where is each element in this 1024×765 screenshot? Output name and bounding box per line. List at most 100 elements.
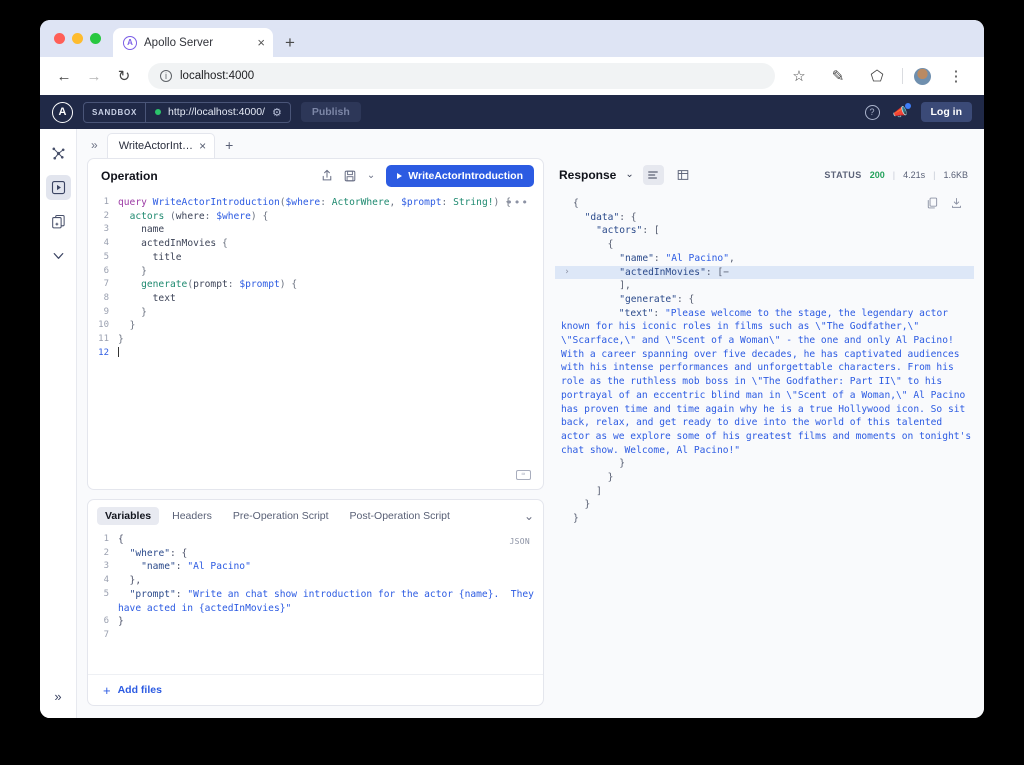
tab-variables[interactable]: Variables <box>97 506 160 525</box>
save-icon[interactable] <box>344 170 356 182</box>
response-stats: STATUS 200 | 4.21s | 1.6KB <box>824 170 968 180</box>
apollo-logo-icon[interactable]: A <box>52 101 73 123</box>
help-icon[interactable]: ? <box>864 104 880 120</box>
minimize-window-button[interactable] <box>72 33 83 44</box>
fold-gutter[interactable] <box>561 197 573 211</box>
announcements-icon[interactable]: 📣 <box>893 103 911 119</box>
line-text <box>118 346 543 361</box>
expand-fold-icon[interactable]: › <box>561 266 573 280</box>
fold-gutter[interactable] <box>561 211 573 225</box>
add-operation-tab-button[interactable]: + <box>215 137 243 158</box>
keyboard-shortcuts-icon[interactable]: ⌨ <box>516 470 531 480</box>
variables-editor[interactable]: JSON 1 { 2 "where": { 3 "name": "Al Paci… <box>88 531 543 674</box>
maximize-window-button[interactable] <box>90 33 101 44</box>
code-line: 7 generate(prompt: $prompt) { <box>88 278 543 292</box>
table-view-icon[interactable] <box>673 165 694 185</box>
operation-tab[interactable]: WriteActorInt… × <box>106 133 216 158</box>
collapse-panel-icon[interactable]: ⌄ <box>524 509 534 523</box>
publish-button[interactable]: Publish <box>300 102 361 122</box>
play-icon <box>397 172 403 179</box>
fold-gutter[interactable] <box>561 279 573 293</box>
line-number: 6 <box>103 265 109 276</box>
tab-pre-operation-script[interactable]: Pre-Operation Script <box>225 507 337 525</box>
sidebar-item-collections[interactable] <box>46 209 71 234</box>
line-text: } <box>573 513 579 525</box>
forward-icon[interactable]: → <box>80 62 108 90</box>
address-bar[interactable]: i localhost:4000 <box>148 63 775 89</box>
line-text: actors (where: $where) { <box>129 210 269 222</box>
endpoint-chip[interactable]: SANDBOX http://localhost:4000/ ⚙ <box>83 101 291 123</box>
line-text: } <box>573 499 591 511</box>
code-line: 10 } <box>88 319 543 333</box>
sidebar-item-explorer[interactable] <box>45 175 71 200</box>
variables-card: Variables Headers Pre-Operation Script P… <box>87 499 544 706</box>
line-number: 9 <box>103 306 109 317</box>
fold-gutter[interactable] <box>561 471 573 485</box>
sidebar-item-checks[interactable] <box>46 243 71 268</box>
response-column: Response ⌄ STATUS 200 | 4.21s | 1.6KB {… <box>555 158 974 706</box>
response-line: "name": "Al Pacino", <box>555 252 974 266</box>
browser-tab[interactable]: A Apollo Server × <box>113 28 273 57</box>
response-line: "actors": [ <box>555 224 974 238</box>
fold-gutter[interactable] <box>561 238 573 252</box>
line-text: "name": "Al Pacino", <box>619 252 735 264</box>
line-text: } <box>118 616 124 628</box>
fold-gutter[interactable] <box>561 293 573 307</box>
expand-sidebar-button[interactable]: » <box>54 689 61 704</box>
run-operation-button[interactable]: WriteActorIntroduction <box>386 164 534 187</box>
reload-icon[interactable]: ↻ <box>110 62 138 90</box>
fold-gutter[interactable] <box>561 498 573 512</box>
operation-editor[interactable]: ••• 1 query WriteActorIntroduction($wher… <box>88 192 543 489</box>
pencil-icon[interactable]: ✎ <box>824 62 852 90</box>
json-view-icon[interactable] <box>642 164 664 185</box>
new-tab-button[interactable]: + <box>273 34 307 57</box>
chevron-down-icon[interactable]: ⌄ <box>367 170 375 181</box>
line-number: 5 <box>103 251 109 262</box>
response-line: { <box>555 238 974 252</box>
share-icon[interactable] <box>321 169 333 182</box>
back-icon[interactable]: ← <box>50 62 78 90</box>
avatar[interactable] <box>914 67 931 85</box>
download-icon[interactable] <box>951 197 962 209</box>
sidebar-item-schema[interactable] <box>46 141 71 166</box>
site-info-icon[interactable]: i <box>160 70 172 82</box>
status-badge: 200 <box>869 169 885 180</box>
fold-gutter[interactable] <box>561 485 573 499</box>
response-line: } <box>555 457 974 471</box>
line-text: name <box>141 224 165 236</box>
tab-headers[interactable]: Headers <box>164 507 220 525</box>
apollo-topbar: A SANDBOX http://localhost:4000/ ⚙ Publi… <box>40 95 984 129</box>
close-icon[interactable]: × <box>199 139 206 153</box>
more-actions-icon[interactable]: ••• <box>506 196 529 210</box>
code-line: 2 "where": { <box>88 547 543 561</box>
response-body[interactable]: { "data": { "actors": [{"name": "Al Pa… <box>555 191 974 706</box>
line-text: "data": { <box>584 211 637 223</box>
chevron-down-icon[interactable]: ⌄ <box>625 169 633 180</box>
response-actions <box>927 197 962 209</box>
close-icon[interactable]: × <box>257 36 265 49</box>
response-size: 1.6KB <box>943 169 968 180</box>
line-number: 7 <box>103 279 109 290</box>
close-window-button[interactable] <box>54 33 65 44</box>
fold-gutter[interactable] <box>561 224 573 238</box>
code-line: 6 } <box>88 615 543 629</box>
fold-gutter[interactable] <box>561 457 573 471</box>
fold-gutter[interactable] <box>561 252 573 266</box>
topbar-actions: ? 📣 Log in <box>864 102 972 122</box>
gear-icon[interactable]: ⚙ <box>272 106 290 119</box>
add-files-button[interactable]: + Add files <box>88 674 543 705</box>
line-text: } <box>573 472 614 484</box>
bookmark-star-icon[interactable]: ☆ <box>785 62 813 90</box>
line-text: } <box>118 334 124 346</box>
line-number: 11 <box>98 334 109 345</box>
fold-gutter[interactable] <box>561 512 573 526</box>
expand-panel-icon[interactable]: » <box>85 138 107 158</box>
tab-post-operation-script[interactable]: Post-Operation Script <box>342 507 458 525</box>
extensions-icon[interactable]: ⬠ <box>863 62 891 90</box>
browser-menu-icon[interactable]: ⋮ <box>942 62 970 90</box>
login-button[interactable]: Log in <box>920 102 972 122</box>
copy-icon[interactable] <box>927 197 938 209</box>
line-number: 7 <box>103 629 109 640</box>
main-area: » WriteActorInt… × + Operation ⌄ WriteAc… <box>77 129 984 718</box>
generated-text: "Please welcome to the stage, the legend… <box>561 307 972 456</box>
